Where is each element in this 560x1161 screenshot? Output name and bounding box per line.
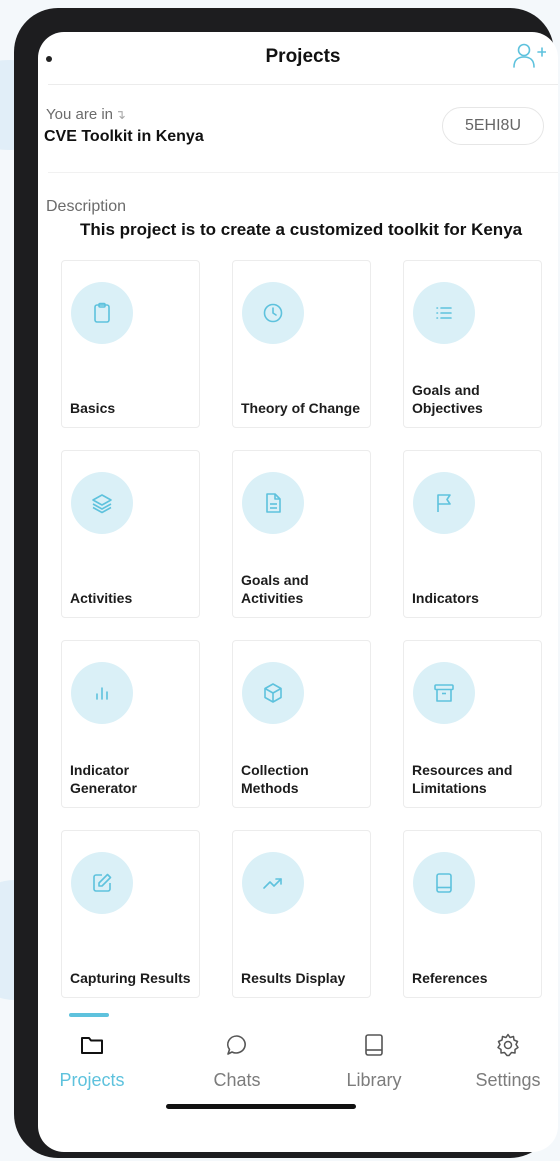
corner-arrow-icon: ↴	[115, 107, 126, 122]
tile-label: Theory of Change	[241, 400, 361, 416]
book-icon	[413, 852, 475, 914]
tile-label: Basics	[70, 400, 116, 416]
tile-label: Collection Methods	[241, 762, 309, 796]
page-title: Projects	[265, 46, 341, 67]
add-user-icon[interactable]	[512, 40, 546, 74]
tile-label: Goals and Objectives	[412, 382, 483, 416]
clock-icon	[242, 282, 304, 344]
tile-label: Indicators	[412, 590, 479, 606]
tile-references[interactable]: References	[403, 830, 542, 998]
tile-goals-and-objectives[interactable]: Goals and Objectives	[403, 260, 542, 428]
bar-chart-icon	[71, 662, 133, 724]
list-icon	[413, 282, 475, 344]
tile-label: Results Display	[241, 970, 346, 986]
tile-collection-methods[interactable]: Collection Methods	[232, 640, 371, 808]
tile-goals-and-activities[interactable]: Goals and Activities	[232, 450, 371, 618]
nav-label: Settings	[475, 1070, 541, 1090]
tile-label: Indicator Generator	[70, 762, 137, 796]
layers-icon	[71, 472, 133, 534]
nav-settings[interactable]: Settings	[448, 1007, 558, 1097]
flag-icon	[413, 472, 475, 534]
project-name: CVE Toolkit in Kenya	[44, 128, 204, 145]
nav-label: Library	[346, 1070, 402, 1090]
trending-up-icon	[242, 852, 304, 914]
bottom-nav: Projects Chats Library Settings	[48, 1007, 558, 1107]
top-bar: Projects	[46, 32, 558, 85]
archive-icon	[413, 662, 475, 724]
nav-library[interactable]: Library	[314, 1007, 434, 1097]
document-icon	[242, 472, 304, 534]
tile-theory-of-change[interactable]: Theory of Change	[232, 260, 371, 428]
phone-frame: Projects You are in ↴ CVE Toolkit in Keny…	[14, 8, 558, 1158]
book-icon	[365, 1034, 383, 1056]
description-label: Description	[46, 198, 127, 215]
chat-bubble-icon	[227, 1035, 246, 1055]
folder-icon	[81, 1037, 103, 1054]
clipboard-icon	[71, 282, 133, 344]
tile-results-display[interactable]: Results Display	[232, 830, 371, 998]
tile-resources-and-limitations[interactable]: Resources and Limitations	[403, 640, 542, 808]
project-code-badge[interactable]: 5EHI8U	[442, 107, 544, 145]
tile-basics[interactable]: Basics	[61, 260, 200, 428]
nav-projects[interactable]: Projects	[38, 1007, 152, 1097]
nav-label: Projects	[59, 1070, 125, 1090]
tile-label: Capturing Results	[70, 970, 191, 986]
tile-label: References	[412, 970, 488, 986]
nav-chats[interactable]: Chats	[177, 1007, 297, 1097]
edit-icon	[71, 852, 133, 914]
you-are-in-label: You are in ↴	[46, 106, 126, 123]
description-text: This project is to create a customized t…	[80, 220, 523, 239]
home-indicator[interactable]	[166, 1104, 356, 1109]
tile-capturing-results[interactable]: Capturing Results	[61, 830, 200, 998]
tile-activities[interactable]: Activities	[61, 450, 200, 618]
tile-label: Resources and Limitations	[412, 762, 513, 796]
tile-indicators[interactable]: Indicators	[403, 450, 542, 618]
nav-label: Chats	[213, 1070, 261, 1090]
tile-label: Activities	[70, 590, 133, 606]
active-tab-indicator	[69, 1013, 109, 1017]
app-screen: Projects You are in ↴ CVE Toolkit in Keny…	[38, 32, 558, 1152]
gear-icon	[497, 1033, 519, 1057]
tile-label: Goals and Activities	[241, 572, 309, 606]
package-icon	[242, 662, 304, 724]
tile-indicator-generator[interactable]: Indicator Generator	[61, 640, 200, 808]
project-info: You are in ↴ CVE Toolkit in Kenya 5EHI8U	[44, 84, 558, 173]
